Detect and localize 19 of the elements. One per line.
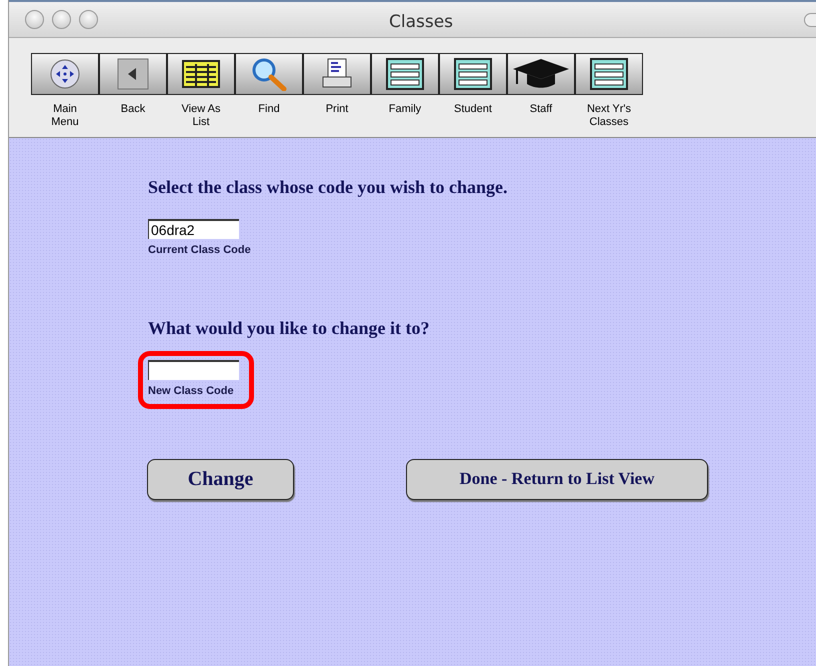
field-label: Current Class Code xyxy=(148,243,251,258)
zoom-button[interactable] xyxy=(79,10,98,29)
done-button[interactable]: Done - Return to List View xyxy=(406,458,708,500)
form-icon xyxy=(454,58,492,90)
list-icon xyxy=(182,60,220,88)
code-field[interactable] xyxy=(148,360,239,380)
menu-icon xyxy=(49,58,81,90)
prompt-text: Select the class whose code you wish to change. xyxy=(148,176,508,199)
form-icon xyxy=(590,58,628,90)
window-title: Classes xyxy=(388,11,454,34)
back-icon xyxy=(117,58,149,90)
code-field[interactable]: 06dra2 xyxy=(148,219,239,239)
field-label: New Class Code xyxy=(148,384,235,399)
minimize-button[interactable] xyxy=(52,10,71,29)
prompt-text: What would you like to change it to? xyxy=(148,317,431,340)
magnifier-icon xyxy=(251,57,287,91)
form-icon xyxy=(386,58,424,90)
change-button[interactable]: Change xyxy=(147,458,294,500)
close-button[interactable] xyxy=(25,10,44,29)
